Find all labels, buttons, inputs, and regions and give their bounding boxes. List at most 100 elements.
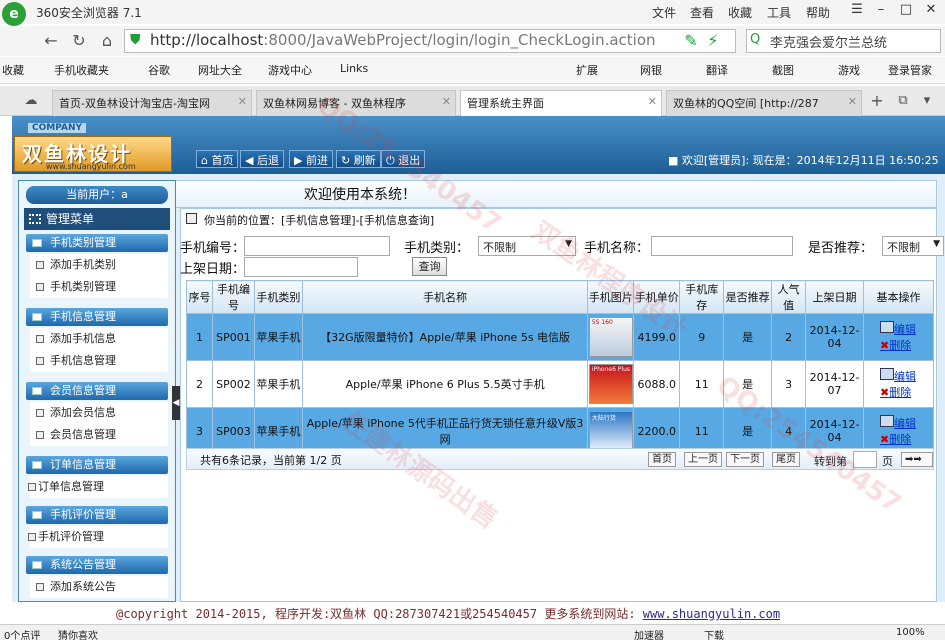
sidebar-item-add-phone[interactable]: 添加手机信息 <box>30 328 168 350</box>
group-review[interactable]: 手机评价管理 <box>26 506 168 524</box>
tool-games[interactable]: 游戏 <box>838 62 860 78</box>
first-page-button[interactable]: 首页 <box>648 452 676 467</box>
cloud-icon[interactable]: ☁ <box>20 90 42 112</box>
menu-help[interactable]: 帮助 <box>806 4 830 21</box>
sidebar-item-add-category[interactable]: 添加手机类别 <box>30 254 168 276</box>
tab-menu-icon[interactable]: ▾ <box>916 90 938 112</box>
status-zoom[interactable]: 100% <box>896 627 925 638</box>
category-select[interactable]: 不限制 ▼ <box>478 236 576 256</box>
tab-taobao[interactable]: 首页-双鱼林设计淘宝店-淘宝网 ✕ <box>52 90 252 116</box>
footer-link[interactable]: www.shuangyulin.com <box>643 607 780 621</box>
name-input[interactable] <box>651 236 793 256</box>
search-input[interactable]: 李克强会爱尔兰总统 <box>770 32 887 51</box>
refresh-icon[interactable]: ↻ <box>68 30 90 52</box>
delete-link[interactable]: ✖删除 <box>864 337 933 353</box>
bookmark-sites[interactable]: 网址大全 <box>198 62 242 78</box>
edit-link[interactable]: 编辑 <box>864 368 933 384</box>
close-icon[interactable]: ✕ <box>648 95 657 108</box>
phone-thumbnail[interactable]: iPhone6 Plus <box>588 364 633 404</box>
menu-favorites[interactable]: 收藏 <box>728 4 752 21</box>
bookmark-favorites[interactable]: 收藏 <box>2 62 24 78</box>
sidebar-item-manage-member[interactable]: 会员信息管理 <box>30 424 168 446</box>
current-user: 当前用户：a <box>26 186 168 204</box>
bookmark-google[interactable]: 谷歌 <box>148 62 170 78</box>
query-button[interactable]: 查询 <box>412 257 447 276</box>
back-button[interactable]: ◀ 后退 <box>240 150 284 168</box>
goto-label: 转到第 <box>814 455 847 468</box>
chevron-down-icon: ▼ <box>565 239 572 249</box>
menu-tools[interactable]: 工具 <box>767 4 791 21</box>
minimize-button[interactable]: – <box>870 2 892 20</box>
tab-blog[interactable]: 双鱼林网易博客 - 双鱼林程序 ✕ <box>256 90 456 116</box>
tab-qzone[interactable]: 双鱼林的QQ空间 [http://287 ✕ <box>666 90 862 116</box>
phone-no-label: 手机编号： <box>180 241 246 256</box>
group-phone-info[interactable]: 手机信息管理 <box>26 308 168 326</box>
last-page-button[interactable]: 尾页 <box>772 452 800 467</box>
restore-tab-icon[interactable]: ⧉ <box>892 90 914 112</box>
edit-link[interactable]: 编辑 <box>864 415 933 431</box>
phone-no-input[interactable] <box>244 236 390 256</box>
recommend-select[interactable]: 不限制 ▼ <box>882 236 944 256</box>
sidebar-item-manage-category[interactable]: 手机类别管理 <box>30 276 168 298</box>
sidebar-item-add-notice[interactable]: 添加系统公告 <box>30 576 168 598</box>
table-row[interactable]: 2 SP002 苹果手机 Apple/苹果 iPhone 6 Plus 5.5英… <box>186 360 934 408</box>
speed-icon[interactable]: ⚡ <box>702 30 724 52</box>
search-engine-icon[interactable]: Q <box>750 32 760 47</box>
banner-text: 欢迎使用本系统！ <box>304 187 416 203</box>
tool-login[interactable]: 登录管家 <box>888 62 932 78</box>
date-label: 上架日期： <box>180 262 246 277</box>
sidebar-item-manage-phone[interactable]: 手机信息管理 <box>30 350 168 372</box>
group-order[interactable]: 订单信息管理 <box>26 456 168 474</box>
group-notice[interactable]: 系统公告管理 <box>26 556 168 574</box>
address-url[interactable]: http://localhost:8000/JavaWebProject/log… <box>150 31 656 49</box>
back-icon[interactable]: ← <box>40 30 62 52</box>
refresh-button[interactable]: ↻ 刷新 <box>336 150 381 168</box>
cell-stock: 11 <box>679 360 725 408</box>
phone-thumbnail[interactable]: 5S 160 <box>588 317 633 357</box>
edit-icon <box>880 415 895 427</box>
menu-file[interactable]: 文件 <box>652 4 676 21</box>
forward-button[interactable]: ▶ 前进 <box>289 150 333 168</box>
close-icon[interactable]: ✕ <box>848 95 857 108</box>
bookmark-games[interactable]: 游戏中心 <box>268 62 312 78</box>
prev-page-button[interactable]: 上一页 <box>684 452 722 467</box>
goto-button[interactable]: ➡➡ <box>901 452 933 467</box>
delete-link[interactable]: ✖删除 <box>864 431 933 447</box>
home-icon[interactable]: ⌂ <box>96 30 118 52</box>
delete-link[interactable]: ✖删除 <box>864 384 933 400</box>
table-row[interactable]: 1 SP001 苹果手机 【32G版限量特价】Apple/苹果 iPhone 5… <box>186 313 934 361</box>
bookmark-links[interactable]: Links <box>340 62 368 75</box>
edit-link[interactable]: 编辑 <box>864 321 933 337</box>
new-tab-icon[interactable]: + <box>866 90 888 112</box>
sidebar-item-manage-order[interactable]: 订单信息管理 <box>28 476 168 498</box>
maximize-button[interactable]: □ <box>895 2 917 20</box>
security-shield-icon: ⛊ <box>130 32 141 48</box>
home-button[interactable]: ⌂ 首页 <box>196 150 239 168</box>
group-member[interactable]: 会员信息管理 <box>26 382 168 400</box>
col-recommend: 是否推荐 <box>723 280 773 314</box>
sidebar-collapse-handle[interactable]: ◀ <box>172 386 180 420</box>
date-input[interactable] <box>244 257 358 277</box>
close-icon[interactable]: ✕ <box>442 95 451 108</box>
tool-translate[interactable]: 翻译 <box>706 62 728 78</box>
group-phone-category[interactable]: 手机类别管理 <box>26 234 168 252</box>
sidebar-item-add-member[interactable]: 添加会员信息 <box>30 402 168 424</box>
share-icon[interactable]: ✎ <box>680 30 702 52</box>
tool-bank[interactable]: 网银 <box>640 62 662 78</box>
cell-price: 6088.0 <box>633 360 681 408</box>
bookmark-mobile[interactable]: 手机收藏夹 <box>54 62 109 78</box>
tab-main-system[interactable]: 管理系统主界面 ✕ <box>460 90 662 116</box>
menu-view[interactable]: 查看 <box>690 4 714 21</box>
tool-screenshot[interactable]: 截图 <box>772 62 794 78</box>
skin-icon[interactable]: ☰ <box>846 2 868 20</box>
close-window-button[interactable]: ✕ <box>920 2 942 20</box>
folder-icon <box>32 461 42 469</box>
phone-thumbnail[interactable]: 大陆行货 <box>588 411 633 451</box>
next-page-button[interactable]: 下一页 <box>726 452 764 467</box>
close-icon[interactable]: ✕ <box>238 95 247 108</box>
tool-extensions[interactable]: 扩展 <box>576 62 598 78</box>
menu-title: 管理菜单 <box>24 208 170 230</box>
logout-button[interactable]: ⏻ 退出 <box>381 150 426 168</box>
sidebar-item-manage-review[interactable]: 手机评价管理 <box>28 526 168 548</box>
page-number-input[interactable] <box>853 451 877 468</box>
